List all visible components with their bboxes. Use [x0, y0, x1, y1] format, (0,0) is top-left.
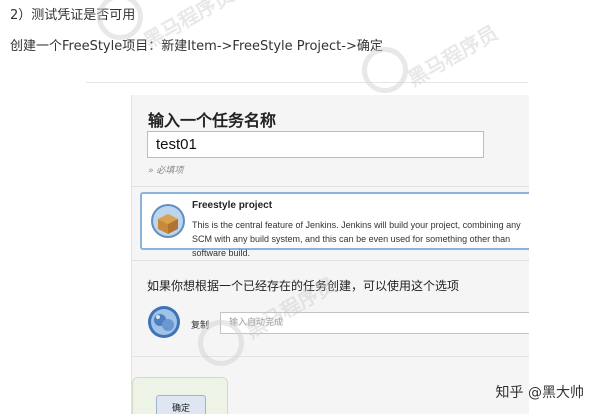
ok-button[interactable]: 确定	[156, 395, 206, 414]
divider	[132, 186, 529, 187]
form-title: 输入一个任务名称	[148, 111, 277, 130]
freestyle-title: Freestyle project	[192, 200, 273, 211]
divider	[86, 82, 528, 83]
freestyle-project-option[interactable]: Freestyle project This is the central fe…	[140, 192, 529, 258]
copy-label: 复制	[191, 321, 210, 331]
watermark-text: 黑马程序员	[403, 20, 503, 92]
divider	[132, 260, 529, 261]
copy-from-input[interactable]	[220, 312, 529, 334]
doc-step-heading: 2）测试凭证是否可用	[10, 8, 136, 23]
freestyle-box-icon	[151, 204, 185, 238]
copy-blob-icon	[148, 306, 180, 338]
zhihu-attribution: 知乎 @黑大帅	[495, 385, 584, 401]
new-item-panel: 输入一个任务名称 » 必填项 Freestyle project This is…	[131, 95, 529, 414]
item-name-input[interactable]	[147, 131, 484, 158]
freestyle-description: This is the central feature of Jenkins. …	[192, 220, 521, 258]
doc-instruction: 创建一个FreeStyle项目：新建Item->FreeStyle Projec…	[10, 39, 383, 54]
required-hint: » 必填项	[148, 166, 184, 176]
copy-hint: 如果你想根据一个已经存在的任务创建，可以使用这个选项	[147, 279, 460, 293]
divider	[132, 356, 529, 357]
